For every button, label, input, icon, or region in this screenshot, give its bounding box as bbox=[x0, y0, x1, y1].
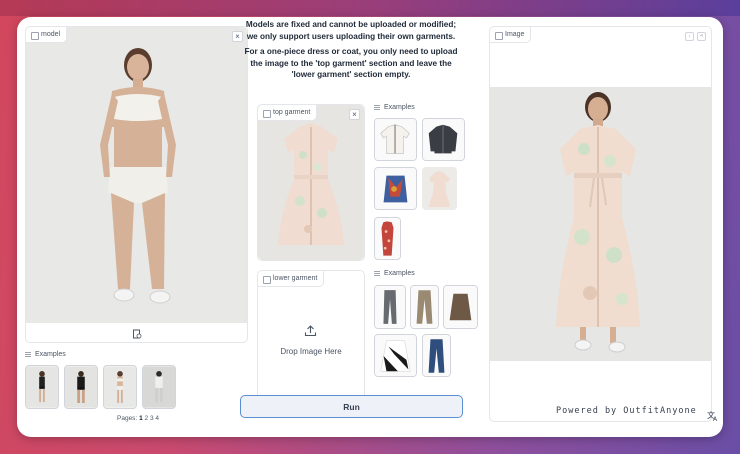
image-icon bbox=[263, 109, 271, 118]
top-example-1[interactable] bbox=[374, 118, 417, 161]
lower-example-2[interactable] bbox=[410, 285, 439, 329]
page-3[interactable]: 3 bbox=[150, 415, 154, 422]
lower-example-4[interactable] bbox=[374, 334, 417, 377]
lower-examples-label: Examples bbox=[374, 270, 415, 277]
top-example-3[interactable] bbox=[374, 167, 417, 210]
top-example-4[interactable] bbox=[422, 167, 457, 210]
list-icon bbox=[374, 104, 380, 111]
lower-example-3[interactable] bbox=[443, 285, 478, 329]
upload-icon[interactable] bbox=[304, 324, 317, 337]
top-example-5[interactable] bbox=[374, 217, 401, 260]
model-photo bbox=[26, 27, 247, 323]
notice-line-2: For a one-piece dress or coat, you only … bbox=[244, 47, 458, 79]
translate-icon[interactable]: 文A bbox=[707, 409, 719, 424]
page-4[interactable]: 4 bbox=[155, 415, 159, 422]
lower-garment-panel[interactable]: lower garment Drop Image Here bbox=[257, 270, 365, 403]
download-icon[interactable]: ↓ bbox=[685, 32, 694, 41]
pagination: Pages: 1 2 3 4 bbox=[117, 415, 159, 422]
model-example-2[interactable] bbox=[64, 365, 98, 409]
lower-example-5[interactable] bbox=[422, 334, 451, 377]
model-example-3[interactable] bbox=[103, 365, 137, 409]
image-icon bbox=[31, 31, 39, 40]
model-examples-label: Examples bbox=[25, 351, 66, 358]
run-button[interactable]: Run bbox=[240, 395, 463, 418]
top-example-2[interactable] bbox=[422, 118, 465, 161]
image-icon bbox=[495, 31, 503, 40]
top-garment-label: top garment bbox=[258, 105, 318, 121]
top-examples-label: Examples bbox=[374, 104, 415, 111]
lower-example-1[interactable] bbox=[374, 285, 406, 329]
notice-text: Models are fixed and cannot be uploaded … bbox=[240, 19, 462, 85]
model-image-panel[interactable]: model × bbox=[25, 26, 248, 343]
model-example-4[interactable] bbox=[142, 365, 176, 409]
page-1[interactable]: 1 bbox=[139, 415, 143, 422]
drop-image-text: Drop Image Here bbox=[280, 347, 342, 356]
list-icon bbox=[374, 270, 380, 277]
share-icon[interactable]: ⋖ bbox=[697, 32, 706, 41]
model-example-1[interactable] bbox=[25, 365, 59, 409]
model-label: model bbox=[26, 27, 68, 43]
notice-line-1: Models are fixed and cannot be uploaded … bbox=[245, 20, 457, 41]
output-image-panel: Image ↓ ⋖ Powered by OutfitAnyone bbox=[489, 26, 712, 422]
top-garment-photo bbox=[258, 105, 364, 260]
output-image-label: Image bbox=[490, 27, 532, 43]
watermark-text: Powered by OutfitAnyone bbox=[556, 406, 697, 416]
image-icon bbox=[263, 275, 271, 284]
lower-garment-label: lower garment bbox=[258, 271, 325, 287]
page-2[interactable]: 2 bbox=[145, 415, 149, 422]
list-icon bbox=[25, 351, 31, 358]
top-garment-close-button[interactable]: × bbox=[349, 109, 360, 120]
output-photo bbox=[490, 87, 711, 361]
top-garment-panel[interactable]: top garment × bbox=[257, 104, 365, 261]
upload-file-icon[interactable] bbox=[132, 326, 142, 339]
browser-top-strip bbox=[0, 0, 740, 16]
svg-text:A: A bbox=[713, 416, 718, 421]
